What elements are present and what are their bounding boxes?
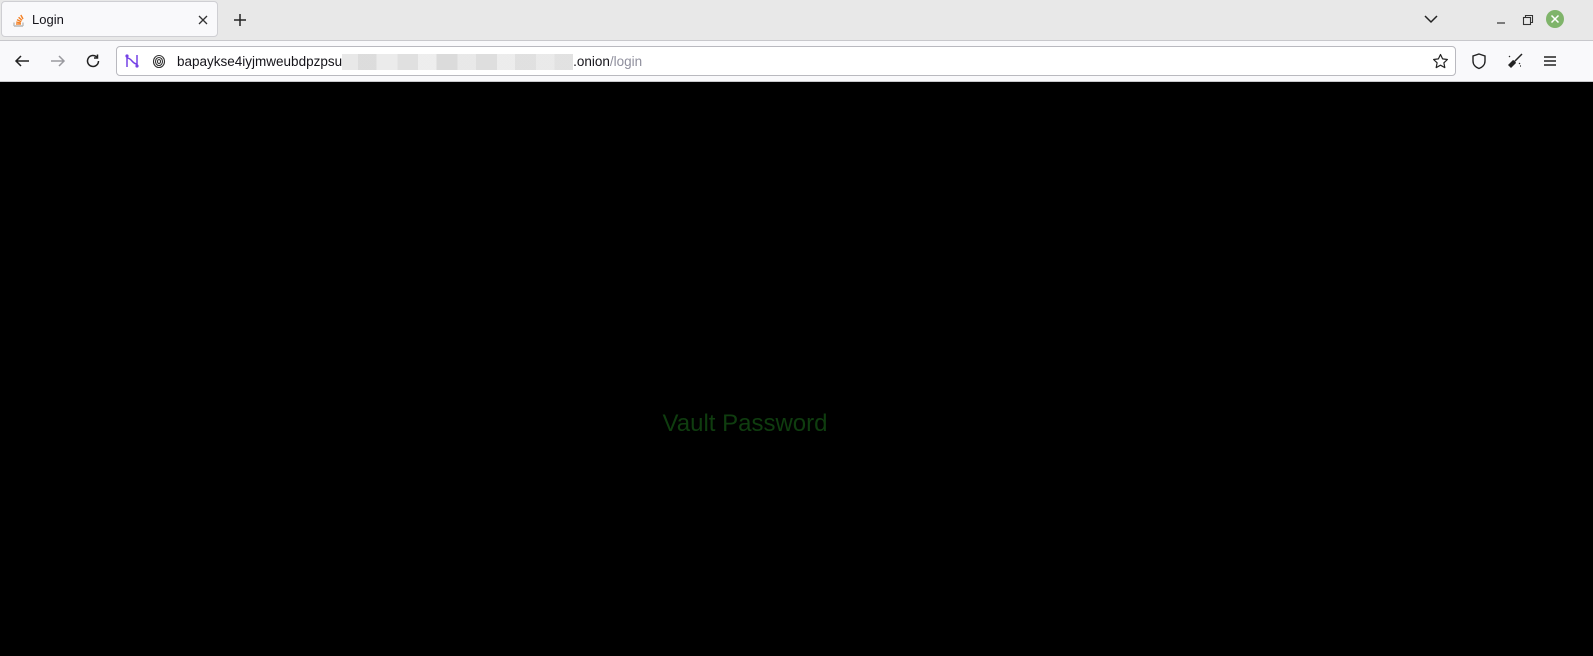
tab-strip: Login <box>0 0 1593 40</box>
reload-icon[interactable] <box>84 52 102 70</box>
tab-title: Login <box>32 12 64 27</box>
star-icon[interactable] <box>1432 53 1449 70</box>
stack-favicon-icon <box>11 12 27 28</box>
fingerprint-icon[interactable] <box>151 53 167 69</box>
navigation-toolbar: bapaykse4iyjmweubdpzpsu .onion/login <box>0 40 1593 82</box>
browser-window: Login bapaykse4iyjmweubdpzpsu .onion/log… <box>0 0 1593 656</box>
url-host-suffix: .onion <box>573 54 610 69</box>
back-arrow-icon[interactable] <box>13 52 31 70</box>
url-host: bapaykse4iyjmweubdpzpsu <box>177 54 343 69</box>
minimize-window-button[interactable] <box>1493 13 1509 29</box>
chevron-down-icon[interactable] <box>1422 10 1440 28</box>
new-tab-button[interactable] <box>230 10 250 30</box>
address-bar[interactable]: bapaykse4iyjmweubdpzpsu .onion/login <box>116 46 1456 76</box>
onion-circuit-icon[interactable] <box>124 53 140 69</box>
tab-login[interactable]: Login <box>1 1 218 37</box>
redacted-url-segment <box>342 54 574 70</box>
hamburger-menu-icon[interactable] <box>1541 52 1559 70</box>
close-window-button[interactable] <box>1546 10 1564 28</box>
shield-icon[interactable] <box>1470 52 1488 70</box>
broom-icon[interactable] <box>1506 52 1524 70</box>
url-text[interactable]: bapaykse4iyjmweubdpzpsu .onion/login <box>177 54 642 70</box>
url-path: /login <box>609 54 643 69</box>
page-content: Vault Password <box>0 82 1593 656</box>
close-tab-icon[interactable] <box>195 12 211 28</box>
vault-password-heading: Vault Password <box>662 410 828 437</box>
restore-window-button[interactable] <box>1520 12 1536 28</box>
forward-arrow-icon[interactable] <box>49 52 67 70</box>
